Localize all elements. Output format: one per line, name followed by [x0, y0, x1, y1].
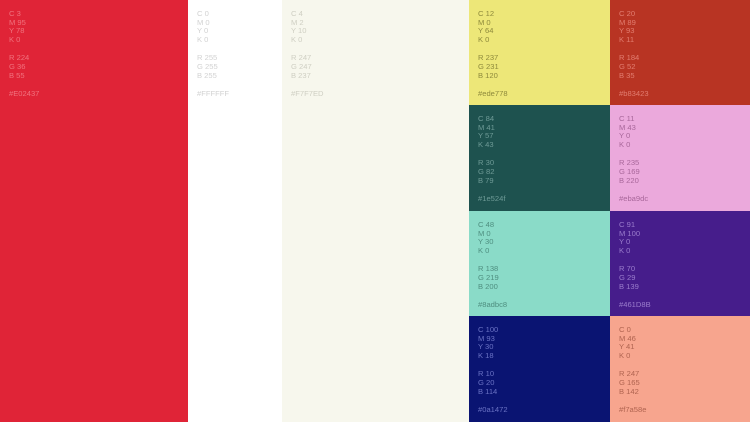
- rgb-g: G 20: [478, 377, 495, 387]
- cmyk-k: K 43: [478, 139, 494, 149]
- hex-code: #f7a58e: [619, 405, 647, 415]
- cmyk-m: M 100: [619, 228, 641, 238]
- swatch-salmon: C 0 M 46 Y 41 K 0 R 247 G 165 B 142 #f7a…: [610, 316, 750, 422]
- rgb-r: R 30: [478, 158, 495, 168]
- cmyk-c: C 11: [619, 114, 635, 123]
- cmyk-y: Y 10: [291, 26, 307, 36]
- rgb-b: B 114: [478, 386, 498, 396]
- hex-code: #1e524f: [478, 194, 506, 204]
- cmyk-y: Y 30: [478, 237, 494, 247]
- cmyk-c: C 4: [291, 9, 303, 18]
- swatch-pink: C 11 M 43 Y 0 K 0 R 235 G 169 B 220 #eba…: [610, 105, 750, 211]
- cmyk-m: M 0: [478, 228, 491, 238]
- cmyk-m: M 46: [619, 333, 636, 343]
- hex-code: #461D8B: [619, 300, 651, 310]
- rgb-b: B 55: [9, 70, 25, 80]
- rgb-r: R 247: [291, 53, 312, 63]
- cmyk-y: Y 0: [197, 26, 209, 36]
- cmyk-m: M 0: [197, 17, 210, 27]
- hex-code: #b83423: [619, 89, 649, 99]
- swatch-forest-green: C 84 M 41 Y 57 K 43 R 30 G 82 B 79 #1e52…: [469, 105, 610, 211]
- hex-code: #E02437: [9, 89, 40, 99]
- swatch-navy: C 100 M 93 Y 30 K 18 R 10 G 20 B 114 #0a…: [469, 316, 610, 422]
- rgb-b: B 220: [619, 175, 639, 185]
- swatch-rust: C 20 M 89 Y 93 K 11 R 184 G 52 B 35 #b83…: [610, 0, 750, 105]
- rgb-r: R 70: [619, 264, 636, 274]
- cmyk-k: K 11: [619, 34, 635, 44]
- hex-code: #8adbc8: [478, 300, 508, 310]
- cmyk-m: M 41: [478, 122, 495, 132]
- cmyk-m: M 93: [478, 333, 495, 343]
- cmyk-y: Y 93: [619, 26, 635, 36]
- cmyk-c: C 12: [478, 9, 495, 18]
- rgb-r: R 184: [619, 53, 640, 63]
- rgb-b: B 255: [197, 70, 217, 80]
- cmyk-k: K 0: [619, 350, 631, 360]
- cmyk-k: K 0: [478, 34, 490, 44]
- cmyk-k: K 18: [478, 350, 494, 360]
- hex-code: #0a1472: [478, 405, 508, 415]
- cmyk-m: M 0: [478, 17, 491, 27]
- rgb-r: R 224: [9, 53, 30, 63]
- swatch-purple: C 91 M 100 Y 0 K 0 R 70 G 29 B 139 #461D…: [610, 211, 750, 316]
- rgb-b: B 200: [478, 281, 498, 291]
- cmyk-c: C 0: [619, 325, 631, 334]
- cmyk-y: Y 30: [478, 342, 494, 352]
- cmyk-y: Y 57: [478, 131, 494, 141]
- rgb-b: B 120: [478, 70, 498, 80]
- rgb-g: G 247: [291, 61, 312, 71]
- swatch-cream: C 4 M 2 Y 10 K 0 R 247 G 247 B 237 #F7F7…: [282, 0, 469, 422]
- rgb-b: B 35: [619, 70, 635, 80]
- cmyk-m: M 89: [619, 17, 636, 27]
- rgb-b: B 139: [619, 281, 639, 291]
- cmyk-c: C 0: [197, 9, 209, 18]
- rgb-g: G 52: [619, 61, 636, 71]
- swatch-white: C 0 M 0 Y 0 K 0 R 255 G 255 B 255 #FFFFF…: [188, 0, 282, 422]
- hex-code: #F7F7ED: [291, 89, 324, 99]
- cmyk-k: K 0: [619, 245, 631, 255]
- rgb-g: G 82: [478, 166, 495, 176]
- swatch-yellow: C 12 M 0 Y 64 K 0 R 237 G 231 B 120 #ede…: [469, 0, 610, 105]
- rgb-r: R 10: [478, 369, 495, 379]
- cmyk-k: K 0: [197, 34, 209, 44]
- cmyk-k: K 0: [291, 34, 303, 44]
- cmyk-y: Y 78: [9, 26, 25, 36]
- cmyk-k: K 0: [478, 245, 490, 255]
- cmyk-c: C 20: [619, 9, 636, 18]
- cmyk-c: C 3: [9, 9, 21, 18]
- cmyk-k: K 0: [9, 34, 21, 44]
- cmyk-m: M 43: [619, 122, 636, 132]
- cmyk-y: Y 0: [619, 237, 631, 247]
- hex-code: #ede778: [478, 89, 508, 99]
- swatch-red: C 3 M 95 Y 78 K 0 R 224 G 36 B 55 #E0243…: [0, 0, 188, 422]
- cmyk-c: C 48: [478, 220, 495, 229]
- cmyk-y: Y 0: [619, 131, 631, 141]
- cmyk-m: M 2: [291, 17, 304, 27]
- cmyk-k: K 0: [619, 139, 631, 149]
- swatch-mint: C 48 M 0 Y 30 K 0 R 138 G 219 B 200 #8ad…: [469, 211, 610, 316]
- rgb-b: B 142: [619, 386, 639, 396]
- cmyk-c: C 100: [478, 325, 499, 334]
- cmyk-y: Y 41: [619, 342, 635, 352]
- rgb-b: B 237: [291, 70, 311, 80]
- cmyk-y: Y 64: [478, 26, 494, 36]
- cmyk-c: C 84: [478, 114, 495, 123]
- cmyk-m: M 95: [9, 17, 26, 27]
- hex-code: #FFFFFF: [197, 89, 230, 99]
- rgb-g: G 36: [9, 61, 26, 71]
- hex-code: #eba9dc: [619, 194, 649, 204]
- rgb-b: B 79: [478, 175, 494, 185]
